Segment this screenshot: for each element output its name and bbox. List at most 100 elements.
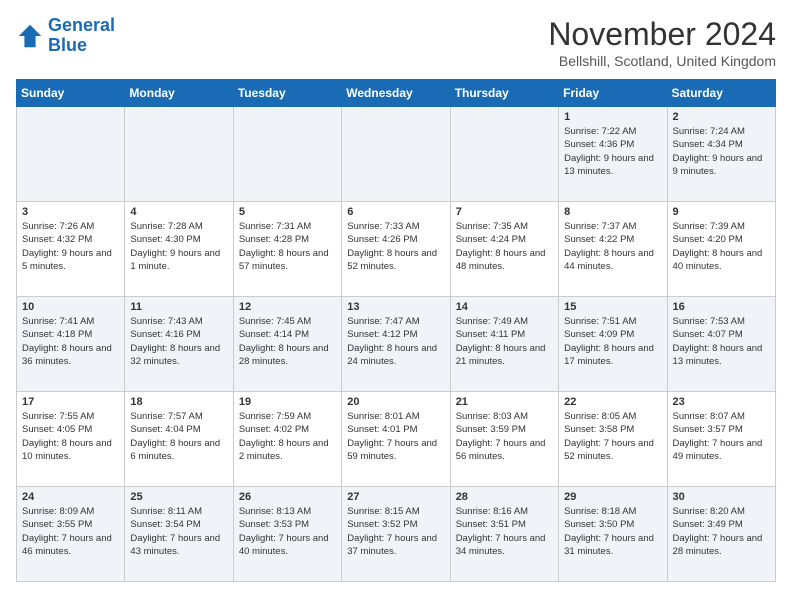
day-cell: 13 Sunrise: 7:47 AM Sunset: 4:12 PM Dayli… bbox=[342, 297, 450, 392]
logo: General Blue bbox=[16, 16, 115, 56]
day-info: Sunrise: 8:16 AM Sunset: 3:51 PM Dayligh… bbox=[456, 505, 553, 558]
day-info: Sunrise: 8:20 AM Sunset: 3:49 PM Dayligh… bbox=[673, 505, 770, 558]
day-info: Sunrise: 7:51 AM Sunset: 4:09 PM Dayligh… bbox=[564, 315, 661, 368]
day-info: Sunrise: 8:07 AM Sunset: 3:57 PM Dayligh… bbox=[673, 410, 770, 463]
day-info: Sunrise: 8:18 AM Sunset: 3:50 PM Dayligh… bbox=[564, 505, 661, 558]
header-row: SundayMondayTuesdayWednesdayThursdayFrid… bbox=[17, 80, 776, 107]
header-wednesday: Wednesday bbox=[342, 80, 450, 107]
day-info: Sunrise: 7:31 AM Sunset: 4:28 PM Dayligh… bbox=[239, 220, 336, 273]
day-cell: 24Sunrise: 8:09 AM Sunset: 3:55 PM Dayli… bbox=[17, 487, 125, 582]
day-info: Sunrise: 7:26 AM Sunset: 4:32 PM Dayligh… bbox=[22, 220, 119, 273]
day-info: Sunrise: 8:11 AM Sunset: 3:54 PM Dayligh… bbox=[130, 505, 227, 558]
week-row-2: 10 Sunrise: 7:41 AM Sunset: 4:18 PM Dayli… bbox=[17, 297, 776, 392]
day-number: 25 bbox=[130, 491, 227, 503]
day-number: 19 bbox=[239, 396, 336, 408]
day-info: Sunrise: 7:57 AM Sunset: 4:04 PM Dayligh… bbox=[130, 410, 227, 463]
day-cell: 30 Sunrise: 8:20 AM Sunset: 3:49 PM Dayli… bbox=[667, 487, 775, 582]
day-number: 2 bbox=[673, 111, 770, 123]
day-number: 14 bbox=[456, 301, 553, 313]
day-cell: 28 Sunrise: 8:16 AM Sunset: 3:51 PM Dayli… bbox=[450, 487, 558, 582]
header-saturday: Saturday bbox=[667, 80, 775, 107]
day-cell: 20 Sunrise: 8:01 AM Sunset: 4:01 PM Dayli… bbox=[342, 392, 450, 487]
day-number: 4 bbox=[130, 206, 227, 218]
header-monday: Monday bbox=[125, 80, 233, 107]
day-number: 26 bbox=[239, 491, 336, 503]
day-cell: 19Sunrise: 7:59 AM Sunset: 4:02 PM Dayli… bbox=[233, 392, 341, 487]
day-cell: 17 Sunrise: 7:55 AM Sunset: 4:05 PM Dayli… bbox=[17, 392, 125, 487]
day-number: 1 bbox=[564, 111, 661, 123]
day-cell: 15 Sunrise: 7:51 AM Sunset: 4:09 PM Dayli… bbox=[559, 297, 667, 392]
day-cell: 18 Sunrise: 7:57 AM Sunset: 4:04 PM Dayli… bbox=[125, 392, 233, 487]
day-cell: 26 Sunrise: 8:13 AM Sunset: 3:53 PM Dayli… bbox=[233, 487, 341, 582]
day-info: Sunrise: 7:55 AM Sunset: 4:05 PM Dayligh… bbox=[22, 410, 119, 463]
day-cell bbox=[125, 107, 233, 202]
day-number: 13 bbox=[347, 301, 444, 313]
logo-general: General bbox=[48, 15, 115, 35]
day-info: Sunrise: 7:22 AM Sunset: 4:36 PM Dayligh… bbox=[564, 125, 661, 178]
logo-icon bbox=[16, 22, 44, 50]
day-number: 6 bbox=[347, 206, 444, 218]
day-cell: 2 Sunrise: 7:24 AM Sunset: 4:34 PM Daylig… bbox=[667, 107, 775, 202]
day-number: 18 bbox=[130, 396, 227, 408]
day-number: 30 bbox=[673, 491, 770, 503]
day-cell: 11 Sunrise: 7:43 AM Sunset: 4:16 PM Dayli… bbox=[125, 297, 233, 392]
day-info: Sunrise: 7:37 AM Sunset: 4:22 PM Dayligh… bbox=[564, 220, 661, 273]
day-cell: 27Sunrise: 8:15 AM Sunset: 3:52 PM Dayli… bbox=[342, 487, 450, 582]
day-number: 7 bbox=[456, 206, 553, 218]
day-info: Sunrise: 7:39 AM Sunset: 4:20 PM Dayligh… bbox=[673, 220, 770, 273]
day-cell: 4 Sunrise: 7:28 AM Sunset: 4:30 PM Daylig… bbox=[125, 202, 233, 297]
day-cell: 3 Sunrise: 7:26 AM Sunset: 4:32 PM Daylig… bbox=[17, 202, 125, 297]
day-number: 9 bbox=[673, 206, 770, 218]
day-number: 16 bbox=[673, 301, 770, 313]
day-info: Sunrise: 7:45 AM Sunset: 4:14 PM Dayligh… bbox=[239, 315, 336, 368]
logo-blue: Blue bbox=[48, 35, 87, 55]
day-cell: 6 Sunrise: 7:33 AM Sunset: 4:26 PM Daylig… bbox=[342, 202, 450, 297]
day-info: Sunrise: 7:28 AM Sunset: 4:30 PM Dayligh… bbox=[130, 220, 227, 273]
header-friday: Friday bbox=[559, 80, 667, 107]
day-number: 27 bbox=[347, 491, 444, 503]
day-cell bbox=[17, 107, 125, 202]
day-cell: 14Sunrise: 7:49 AM Sunset: 4:11 PM Dayli… bbox=[450, 297, 558, 392]
day-number: 29 bbox=[564, 491, 661, 503]
day-number: 5 bbox=[239, 206, 336, 218]
day-number: 20 bbox=[347, 396, 444, 408]
day-cell: 12 Sunrise: 7:45 AM Sunset: 4:14 PM Dayli… bbox=[233, 297, 341, 392]
day-info: Sunrise: 8:13 AM Sunset: 3:53 PM Dayligh… bbox=[239, 505, 336, 558]
day-number: 12 bbox=[239, 301, 336, 313]
day-number: 3 bbox=[22, 206, 119, 218]
day-cell: 22Sunrise: 8:05 AM Sunset: 3:58 PM Dayli… bbox=[559, 392, 667, 487]
day-cell: 10 Sunrise: 7:41 AM Sunset: 4:18 PM Dayli… bbox=[17, 297, 125, 392]
day-info: Sunrise: 7:43 AM Sunset: 4:16 PM Dayligh… bbox=[130, 315, 227, 368]
day-info: Sunrise: 7:47 AM Sunset: 4:12 PM Dayligh… bbox=[347, 315, 444, 368]
title-block: November 2024 Bellshill, Scotland, Unite… bbox=[548, 16, 776, 69]
month-title: November 2024 bbox=[548, 16, 776, 53]
day-cell: 16 Sunrise: 7:53 AM Sunset: 4:07 PM Dayli… bbox=[667, 297, 775, 392]
day-cell: 25 Sunrise: 8:11 AM Sunset: 3:54 PM Dayli… bbox=[125, 487, 233, 582]
day-cell: 8 Sunrise: 7:37 AM Sunset: 4:22 PM Daylig… bbox=[559, 202, 667, 297]
day-cell bbox=[233, 107, 341, 202]
day-info: Sunrise: 7:35 AM Sunset: 4:24 PM Dayligh… bbox=[456, 220, 553, 273]
day-cell bbox=[450, 107, 558, 202]
day-number: 24 bbox=[22, 491, 119, 503]
day-info: Sunrise: 7:41 AM Sunset: 4:18 PM Dayligh… bbox=[22, 315, 119, 368]
day-number: 8 bbox=[564, 206, 661, 218]
day-info: Sunrise: 7:53 AM Sunset: 4:07 PM Dayligh… bbox=[673, 315, 770, 368]
day-number: 15 bbox=[564, 301, 661, 313]
header-tuesday: Tuesday bbox=[233, 80, 341, 107]
day-number: 11 bbox=[130, 301, 227, 313]
day-number: 17 bbox=[22, 396, 119, 408]
header-area: General Blue November 2024 Bellshill, Sc… bbox=[16, 16, 776, 69]
day-number: 23 bbox=[673, 396, 770, 408]
day-number: 10 bbox=[22, 301, 119, 313]
day-info: Sunrise: 7:33 AM Sunset: 4:26 PM Dayligh… bbox=[347, 220, 444, 273]
day-cell: 7 Sunrise: 7:35 AM Sunset: 4:24 PM Daylig… bbox=[450, 202, 558, 297]
day-info: Sunrise: 7:24 AM Sunset: 4:34 PM Dayligh… bbox=[673, 125, 770, 178]
day-info: Sunrise: 8:01 AM Sunset: 4:01 PM Dayligh… bbox=[347, 410, 444, 463]
day-info: Sunrise: 8:03 AM Sunset: 3:59 PM Dayligh… bbox=[456, 410, 553, 463]
week-row-3: 17 Sunrise: 7:55 AM Sunset: 4:05 PM Dayli… bbox=[17, 392, 776, 487]
week-row-0: 1 Sunrise: 7:22 AM Sunset: 4:36 PM Daylig… bbox=[17, 107, 776, 202]
week-row-4: 24Sunrise: 8:09 AM Sunset: 3:55 PM Dayli… bbox=[17, 487, 776, 582]
day-cell: 1 Sunrise: 7:22 AM Sunset: 4:36 PM Daylig… bbox=[559, 107, 667, 202]
day-number: 28 bbox=[456, 491, 553, 503]
day-number: 21 bbox=[456, 396, 553, 408]
